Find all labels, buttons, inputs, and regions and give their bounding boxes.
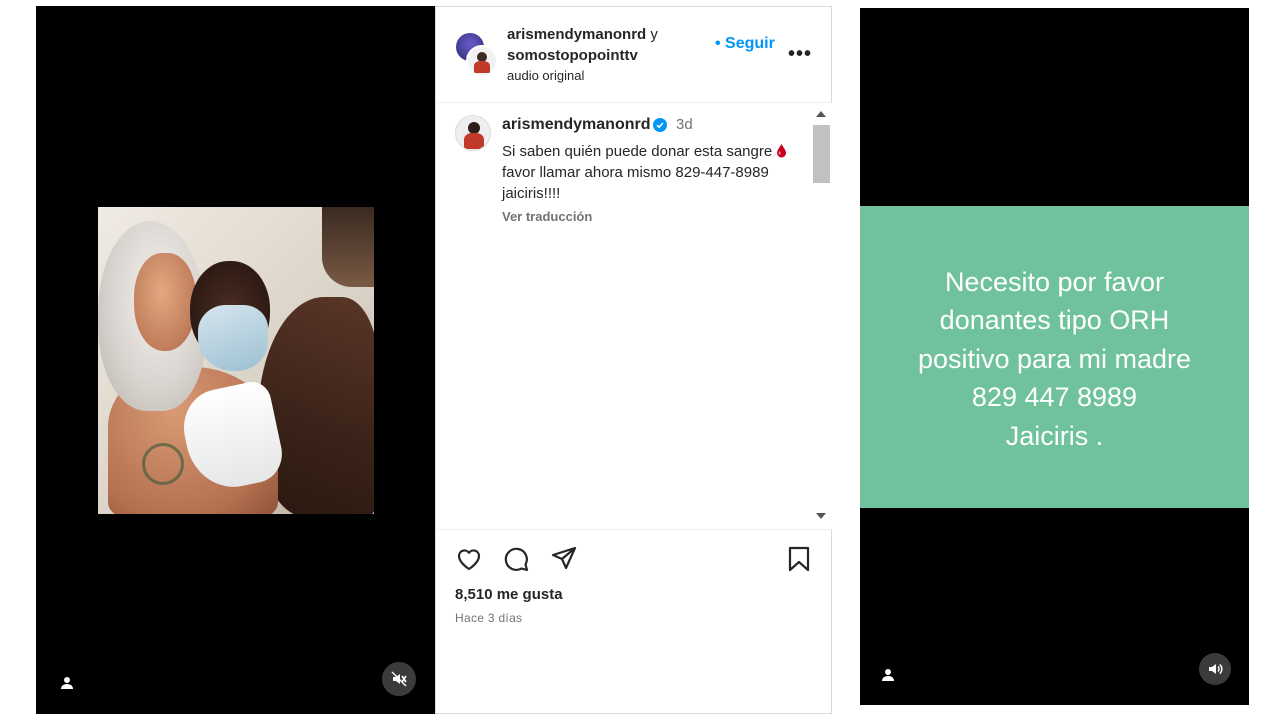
scrollbar[interactable]: [810, 103, 832, 529]
save-button[interactable]: [785, 545, 813, 573]
scroll-up-arrow-icon[interactable]: [816, 111, 826, 117]
comments-section[interactable]: arismendymanonrd 3d Si saben quién puede…: [436, 103, 832, 530]
author-conjunction: y: [650, 26, 658, 43]
share-icon: [551, 546, 577, 570]
text-card: Necesito por favor donantes tipo ORH pos…: [860, 206, 1249, 508]
heart-icon: [457, 549, 481, 571]
scrollbar-thumb[interactable]: [813, 125, 830, 183]
sound-button[interactable]: [1199, 653, 1231, 685]
caption-username[interactable]: arismendymanonrd: [502, 116, 650, 134]
comment-icon: [504, 547, 529, 572]
caption-text-part-1: Si saben quién puede donar esta sangre: [502, 143, 777, 160]
speaker-muted-icon: [391, 671, 407, 687]
right-reel-video[interactable]: Necesito por favor donantes tipo ORH pos…: [860, 8, 1249, 705]
speaker-on-icon: [1209, 663, 1223, 675]
post-header: arismendymanonrd y somostopopointtv audi…: [436, 7, 831, 103]
reel-photo: [98, 207, 374, 514]
mute-button[interactable]: [382, 662, 416, 696]
audio-label[interactable]: audio original: [507, 68, 584, 83]
author-username-2[interactable]: somostopopointtv: [507, 47, 638, 64]
card-text: Necesito por favor donantes tipo ORH pos…: [917, 266, 1192, 451]
person-icon[interactable]: [878, 665, 898, 685]
post-date[interactable]: Hace 3 días: [455, 611, 522, 625]
left-reel-video[interactable]: [36, 6, 435, 714]
verified-badge-icon: [653, 118, 667, 132]
caption-text-part-2: favor llamar ahora mismo 829-447-8989 ja…: [502, 164, 769, 202]
action-bar: [436, 537, 831, 583]
scroll-down-arrow-icon[interactable]: [816, 513, 826, 519]
caption-text: Si saben quién puede donar esta sangre f…: [502, 141, 792, 204]
like-count[interactable]: 8,510 me gusta: [455, 586, 563, 603]
avatar[interactable]: [455, 115, 491, 151]
post-panel: arismendymanonrd y somostopopointtv audi…: [435, 6, 832, 714]
author-username-1[interactable]: arismendymanonrd: [507, 26, 646, 43]
person-icon[interactable]: [57, 673, 77, 693]
share-button[interactable]: [550, 545, 578, 573]
authors: arismendymanonrd y somostopopointtv: [507, 24, 658, 66]
drop-of-blood-emoji: [777, 144, 787, 158]
follow-button[interactable]: • Seguir: [715, 35, 775, 53]
translate-link[interactable]: Ver traducción: [502, 209, 592, 224]
bookmark-icon: [788, 546, 810, 572]
more-options-icon[interactable]: •••: [788, 43, 812, 66]
comment-button[interactable]: [502, 545, 530, 573]
caption-age[interactable]: 3d: [676, 116, 693, 133]
collab-avatars[interactable]: [454, 31, 498, 77]
like-button[interactable]: [455, 545, 483, 573]
